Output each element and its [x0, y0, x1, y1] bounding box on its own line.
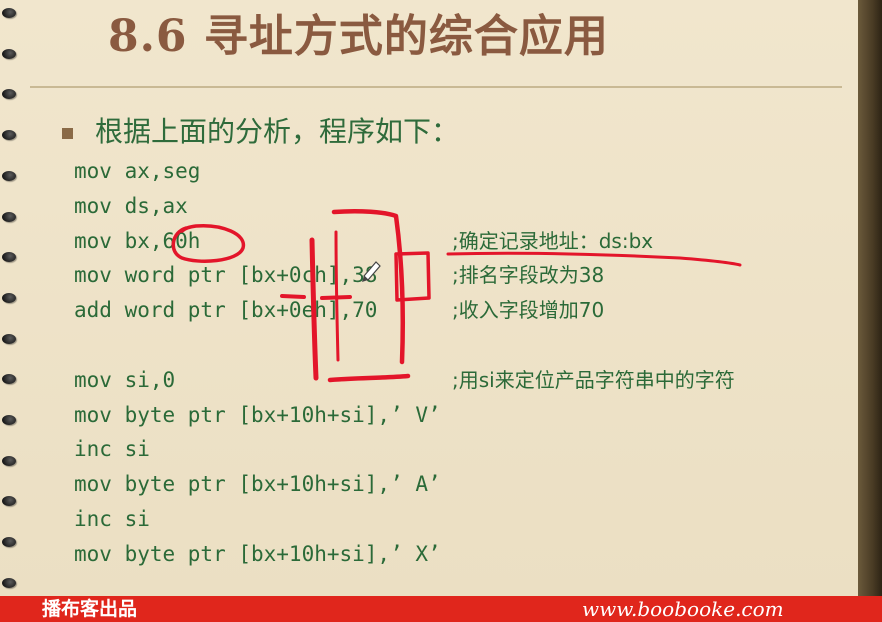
- code-line: mov byte ptr [bx+10h+si],’ V’: [74, 402, 441, 427]
- comment-si-index: ;用si来定位产品字符串中的字符: [452, 368, 735, 392]
- footer-url[interactable]: www.boobooke.com: [582, 596, 784, 622]
- binder-ring: [2, 8, 16, 18]
- binder-ring: [2, 89, 16, 99]
- binder-ring: [2, 537, 16, 547]
- code-block: mov ax,seg mov ds,ax mov bx,60h mov word…: [74, 154, 441, 572]
- bullet-square-icon: [62, 128, 73, 139]
- comment-income-field: ;收入字段增加70: [452, 298, 605, 322]
- binder-ring: [2, 496, 16, 506]
- binder-ring: [2, 293, 16, 303]
- slide-heading: 根据上面的分析，程序如下：: [95, 115, 460, 148]
- slide: 8.6 寻址方式的综合应用 根据上面的分析，程序如下： mov ax,seg m…: [0, 0, 858, 596]
- binder-ring: [2, 171, 16, 181]
- code-line: mov bx,60h: [74, 228, 201, 253]
- binder-ring: [2, 212, 16, 222]
- code-line: inc si: [74, 437, 150, 462]
- code-line: mov si,0: [74, 367, 176, 392]
- binder-ring: [2, 49, 16, 59]
- code-line: mov word ptr [bx+0ch],38: [74, 263, 378, 288]
- title-divider: [30, 86, 842, 88]
- comment-rank-field: ;排名字段改为38: [452, 263, 605, 287]
- binder-rings: [0, 0, 24, 596]
- code-line: add word ptr [bx+0eh],70: [74, 298, 378, 323]
- comment-record-address: ;确定记录地址：ds:bx: [452, 229, 654, 253]
- binder-ring: [2, 374, 16, 384]
- binder-ring: [2, 334, 16, 344]
- code-line: mov byte ptr [bx+10h+si],’ A’: [74, 472, 441, 497]
- binder-ring: [2, 130, 16, 140]
- slide-title: 8.6 寻址方式的综合应用: [108, 11, 609, 62]
- code-line: mov ds,ax: [74, 193, 188, 218]
- footer-bar: 播布客出品 www.boobooke.com: [0, 596, 882, 622]
- page-edge: [858, 0, 882, 596]
- code-line: mov byte ptr [bx+10h+si],’ X’: [74, 541, 441, 566]
- binder-ring: [2, 415, 16, 425]
- code-line: inc si: [74, 506, 150, 531]
- code-line: mov ax,seg: [74, 159, 201, 183]
- binder-ring: [2, 456, 16, 466]
- footer-brand: 播布客出品: [42, 598, 138, 620]
- binder-ring: [2, 252, 16, 262]
- binder-ring: [2, 578, 16, 588]
